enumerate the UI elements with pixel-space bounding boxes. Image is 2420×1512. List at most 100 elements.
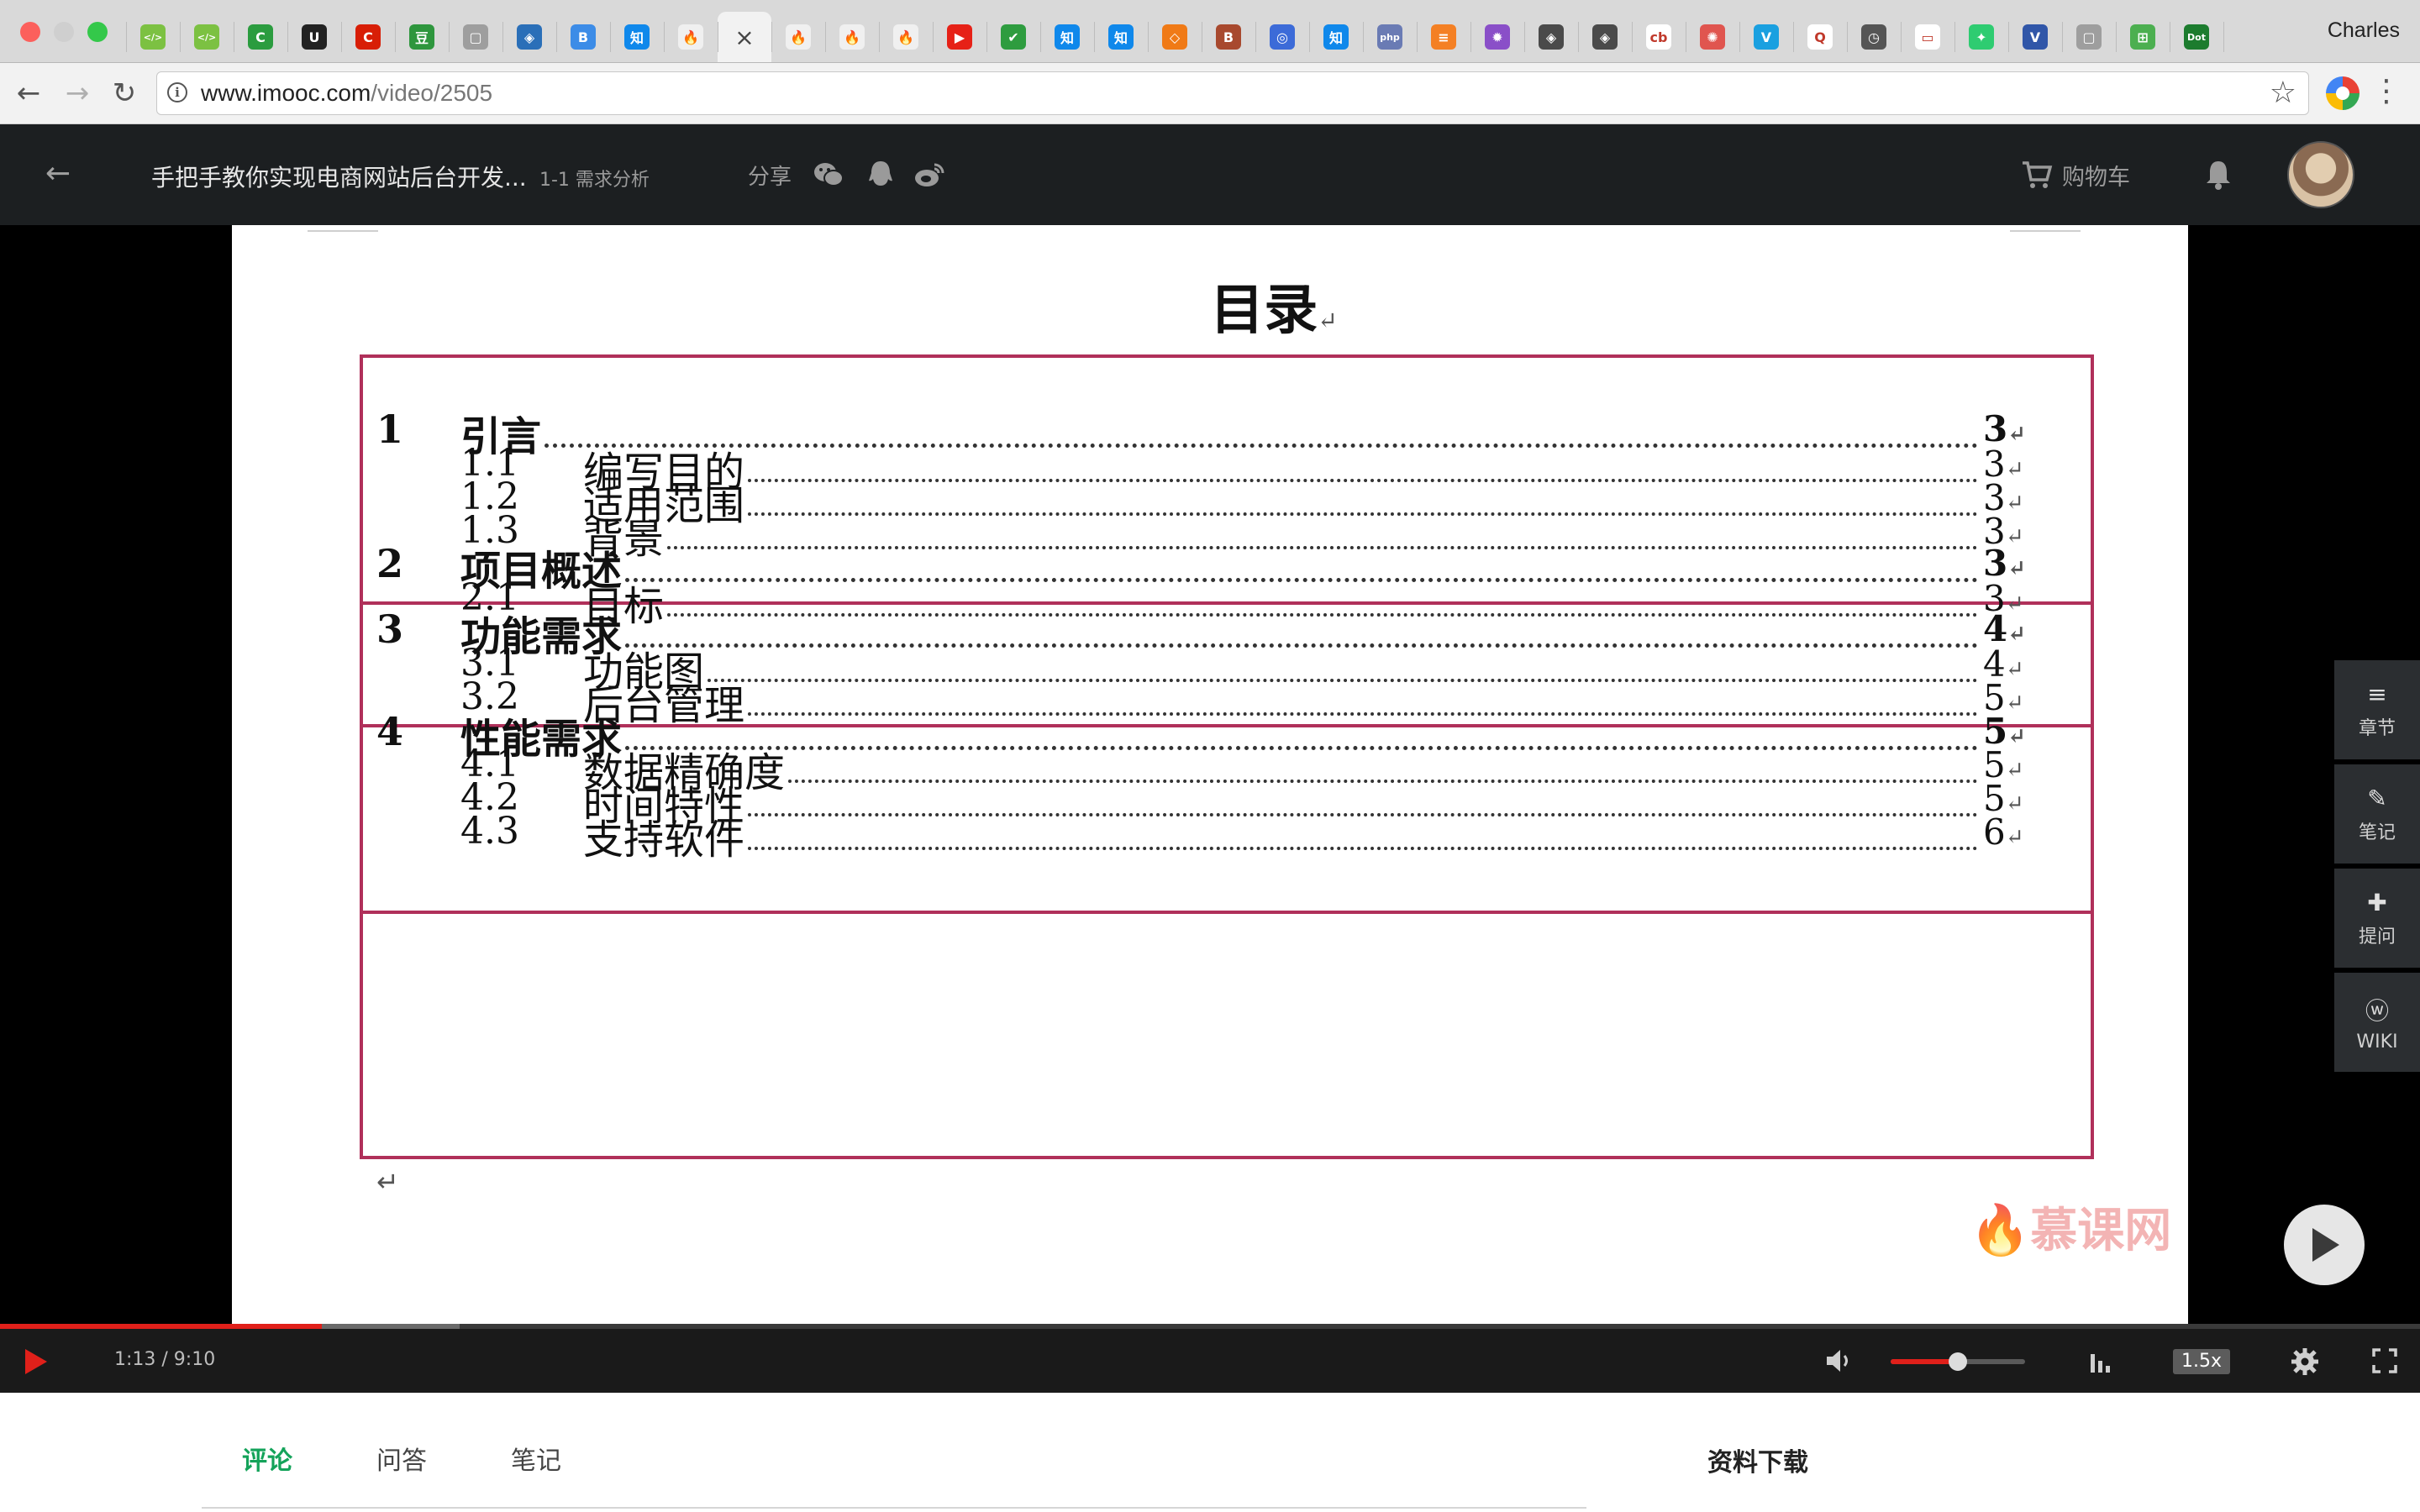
tab-stack[interactable]: ≡ <box>1417 12 1470 62</box>
info-icon[interactable]: i <box>167 82 187 102</box>
tab-blue[interactable]: ◈ <box>502 12 556 62</box>
back-button[interactable]: ← <box>10 75 47 112</box>
address-bar[interactable]: i www.imooc.com/video/2505 ☆ <box>156 71 2309 115</box>
tab-diamond[interactable]: ◈ <box>1524 12 1578 62</box>
tab-orange[interactable]: ◇ <box>1148 12 1202 62</box>
volume-knob[interactable] <box>1949 1352 1967 1371</box>
tab-check[interactable]: ✔ <box>986 12 1040 62</box>
toc-entry-label: 支持软件 <box>583 816 745 864</box>
tab-csdn[interactable]: C <box>341 12 395 62</box>
tab-c[interactable]: C <box>234 12 287 62</box>
tab-imooc-3[interactable]: 🔥 <box>825 12 879 62</box>
lesson-title: 1-1 需求分析 <box>539 170 650 191</box>
browser-menu-icon[interactable]: ⋮ <box>2371 73 2402 110</box>
tab-zhihu[interactable]: 知 <box>610 12 664 62</box>
tab-doc-2[interactable]: ▢ <box>2062 12 2116 62</box>
big-play-button[interactable] <box>2284 1205 2365 1285</box>
tab-v2-favicon: V <box>2023 24 2048 50</box>
tab-zhihu-3[interactable]: 知 <box>1094 12 1148 62</box>
playback-speed-button[interactable]: 1.5x <box>2173 1349 2231 1374</box>
profile-name[interactable]: Charles <box>2328 18 2400 43</box>
tab-youtube[interactable]: ▶ <box>933 12 986 62</box>
side-tool-label: 章节 <box>2358 717 2396 739</box>
side-tool-label: WIKI <box>2356 1031 2398 1053</box>
tab-douban-favicon: 豆 <box>409 24 434 50</box>
tab-green-favicon: ⊞ <box>2130 24 2155 50</box>
user-avatar[interactable] <box>2287 141 2354 208</box>
volume-slider[interactable] <box>1891 1352 2025 1371</box>
tab-php[interactable]: php <box>1363 12 1417 62</box>
tab-douban[interactable]: 豆 <box>395 12 449 62</box>
back-arrow-icon[interactable]: ← <box>45 156 71 191</box>
tab-active[interactable]: × <box>718 12 771 62</box>
tab-comments[interactable]: 评论 <box>242 1440 292 1477</box>
side-tool-ask[interactable]: ✚ 提问 <box>2334 869 2420 968</box>
reload-button[interactable]: ↻ <box>106 75 143 112</box>
tab-q[interactable]: Q <box>1793 12 1847 62</box>
tab-zhihu-4[interactable]: 知 <box>1309 12 1363 62</box>
tab-doc[interactable]: ▢ <box>449 12 502 62</box>
tab-b3[interactable]: B <box>1202 12 1255 62</box>
cart-link[interactable]: 购物车 <box>2020 156 2130 193</box>
tab-dot-favicon: Dot <box>2184 24 2209 50</box>
toc-entry: 4.3 支持软件 6↵ <box>232 805 2188 864</box>
tab-imooc-favicon: 🔥 <box>678 24 703 50</box>
volume-icon[interactable] <box>1825 1347 1855 1374</box>
tab-v[interactable]: V <box>1739 12 1793 62</box>
tab-close-icon[interactable]: × <box>734 24 754 51</box>
weibo-icon[interactable] <box>913 158 946 192</box>
tab-spark[interactable]: ✦ <box>1954 12 2008 62</box>
course-title[interactable]: 手把手教你实现电商网站后台开发... <box>151 160 527 193</box>
video-player[interactable]: 目录↵ 1 引言 3↵ 1.1 编写目的 3↵ 1.2 适用范围 3↵ 1.3 背景 3↵ 2 项目概述 3… <box>0 225 2420 1329</box>
tab-q-favicon: Q <box>1807 24 1833 50</box>
tab-codepen-2[interactable]: </> <box>180 12 234 62</box>
window-minimize-button[interactable] <box>54 22 74 42</box>
tab-strip: </> </> C U C 豆 ▢ ◈ B 知 🔥 × 🔥 🔥 🔥 ▶ ✔ 知 知 ◇ B ◎ 知 php ≡ ✹ ◈ ◈ cb ✺ V Q ◷… <box>126 12 2277 62</box>
tab-b[interactable]: B <box>556 12 610 62</box>
wechat-icon[interactable] <box>812 158 845 192</box>
tab-spark-favicon: ✦ <box>1969 24 1994 50</box>
play-pause-button[interactable] <box>24 1347 49 1376</box>
tab-clock[interactable]: ◷ <box>1847 12 1901 62</box>
forward-button[interactable]: → <box>59 75 96 112</box>
notification-bell-icon[interactable] <box>2203 158 2233 192</box>
tab-codepen[interactable]: </> <box>126 12 180 62</box>
quality-icon[interactable] <box>2087 1347 2114 1374</box>
tab-swirl[interactable]: ✺ <box>1686 12 1739 62</box>
tab-new[interactable] <box>2223 12 2277 62</box>
url-text[interactable]: www.imooc.com/video/2505 <box>201 80 492 107</box>
tab-v2[interactable]: V <box>2008 12 2062 62</box>
tab-notes[interactable]: 笔记 <box>511 1440 561 1477</box>
tab-diamond-2[interactable]: ◈ <box>1578 12 1632 62</box>
fullscreen-icon[interactable] <box>2371 1347 2398 1374</box>
page-edge-right <box>2010 230 2081 232</box>
settings-gear-icon[interactable] <box>2291 1347 2319 1376</box>
course-header: ← 手把手教你实现电商网站后台开发... 1-1 需求分析 分享 购物车 <box>0 124 2420 225</box>
side-tool-chapters[interactable]: ≡ 章节 <box>2334 660 2420 759</box>
share-label: 分享 <box>748 165 792 190</box>
downloads-heading[interactable]: 资料下载 <box>1707 1441 1808 1478</box>
tab-dot[interactable]: Dot <box>2170 12 2223 62</box>
window-close-button[interactable] <box>20 22 40 42</box>
tab-white[interactable]: ▭ <box>1901 12 1954 62</box>
tab-imooc-4[interactable]: 🔥 <box>879 12 933 62</box>
chrome-extension-icon[interactable] <box>2326 76 2360 110</box>
tab-circle[interactable]: ◎ <box>1255 12 1309 62</box>
tab-qa[interactable]: 问答 <box>376 1440 427 1477</box>
side-tool-wiki[interactable]: ⓦ WIKI <box>2334 973 2420 1072</box>
qq-icon[interactable] <box>864 158 897 192</box>
tab-zhihu-2[interactable]: 知 <box>1040 12 1094 62</box>
imooc-watermark: 🔥慕课网 <box>1970 1193 2171 1261</box>
tab-imooc[interactable]: 🔥 <box>664 12 718 62</box>
bookmark-star-icon[interactable]: ☆ <box>2270 76 2296 110</box>
tab-green[interactable]: ⊞ <box>2116 12 2170 62</box>
tab-imooc-2[interactable]: 🔥 <box>771 12 825 62</box>
tab-u[interactable]: U <box>287 12 341 62</box>
window-zoom-button[interactable] <box>87 22 108 42</box>
tab-php-2[interactable]: ✹ <box>1470 12 1524 62</box>
time-display: 1:13 / 9:10 <box>114 1349 216 1370</box>
tab-cb[interactable]: cb <box>1632 12 1686 62</box>
notes-icon: ✎ <box>2367 784 2387 812</box>
side-tool-notes[interactable]: ✎ 笔记 <box>2334 764 2420 864</box>
tab-cb-favicon: cb <box>1646 24 1671 50</box>
